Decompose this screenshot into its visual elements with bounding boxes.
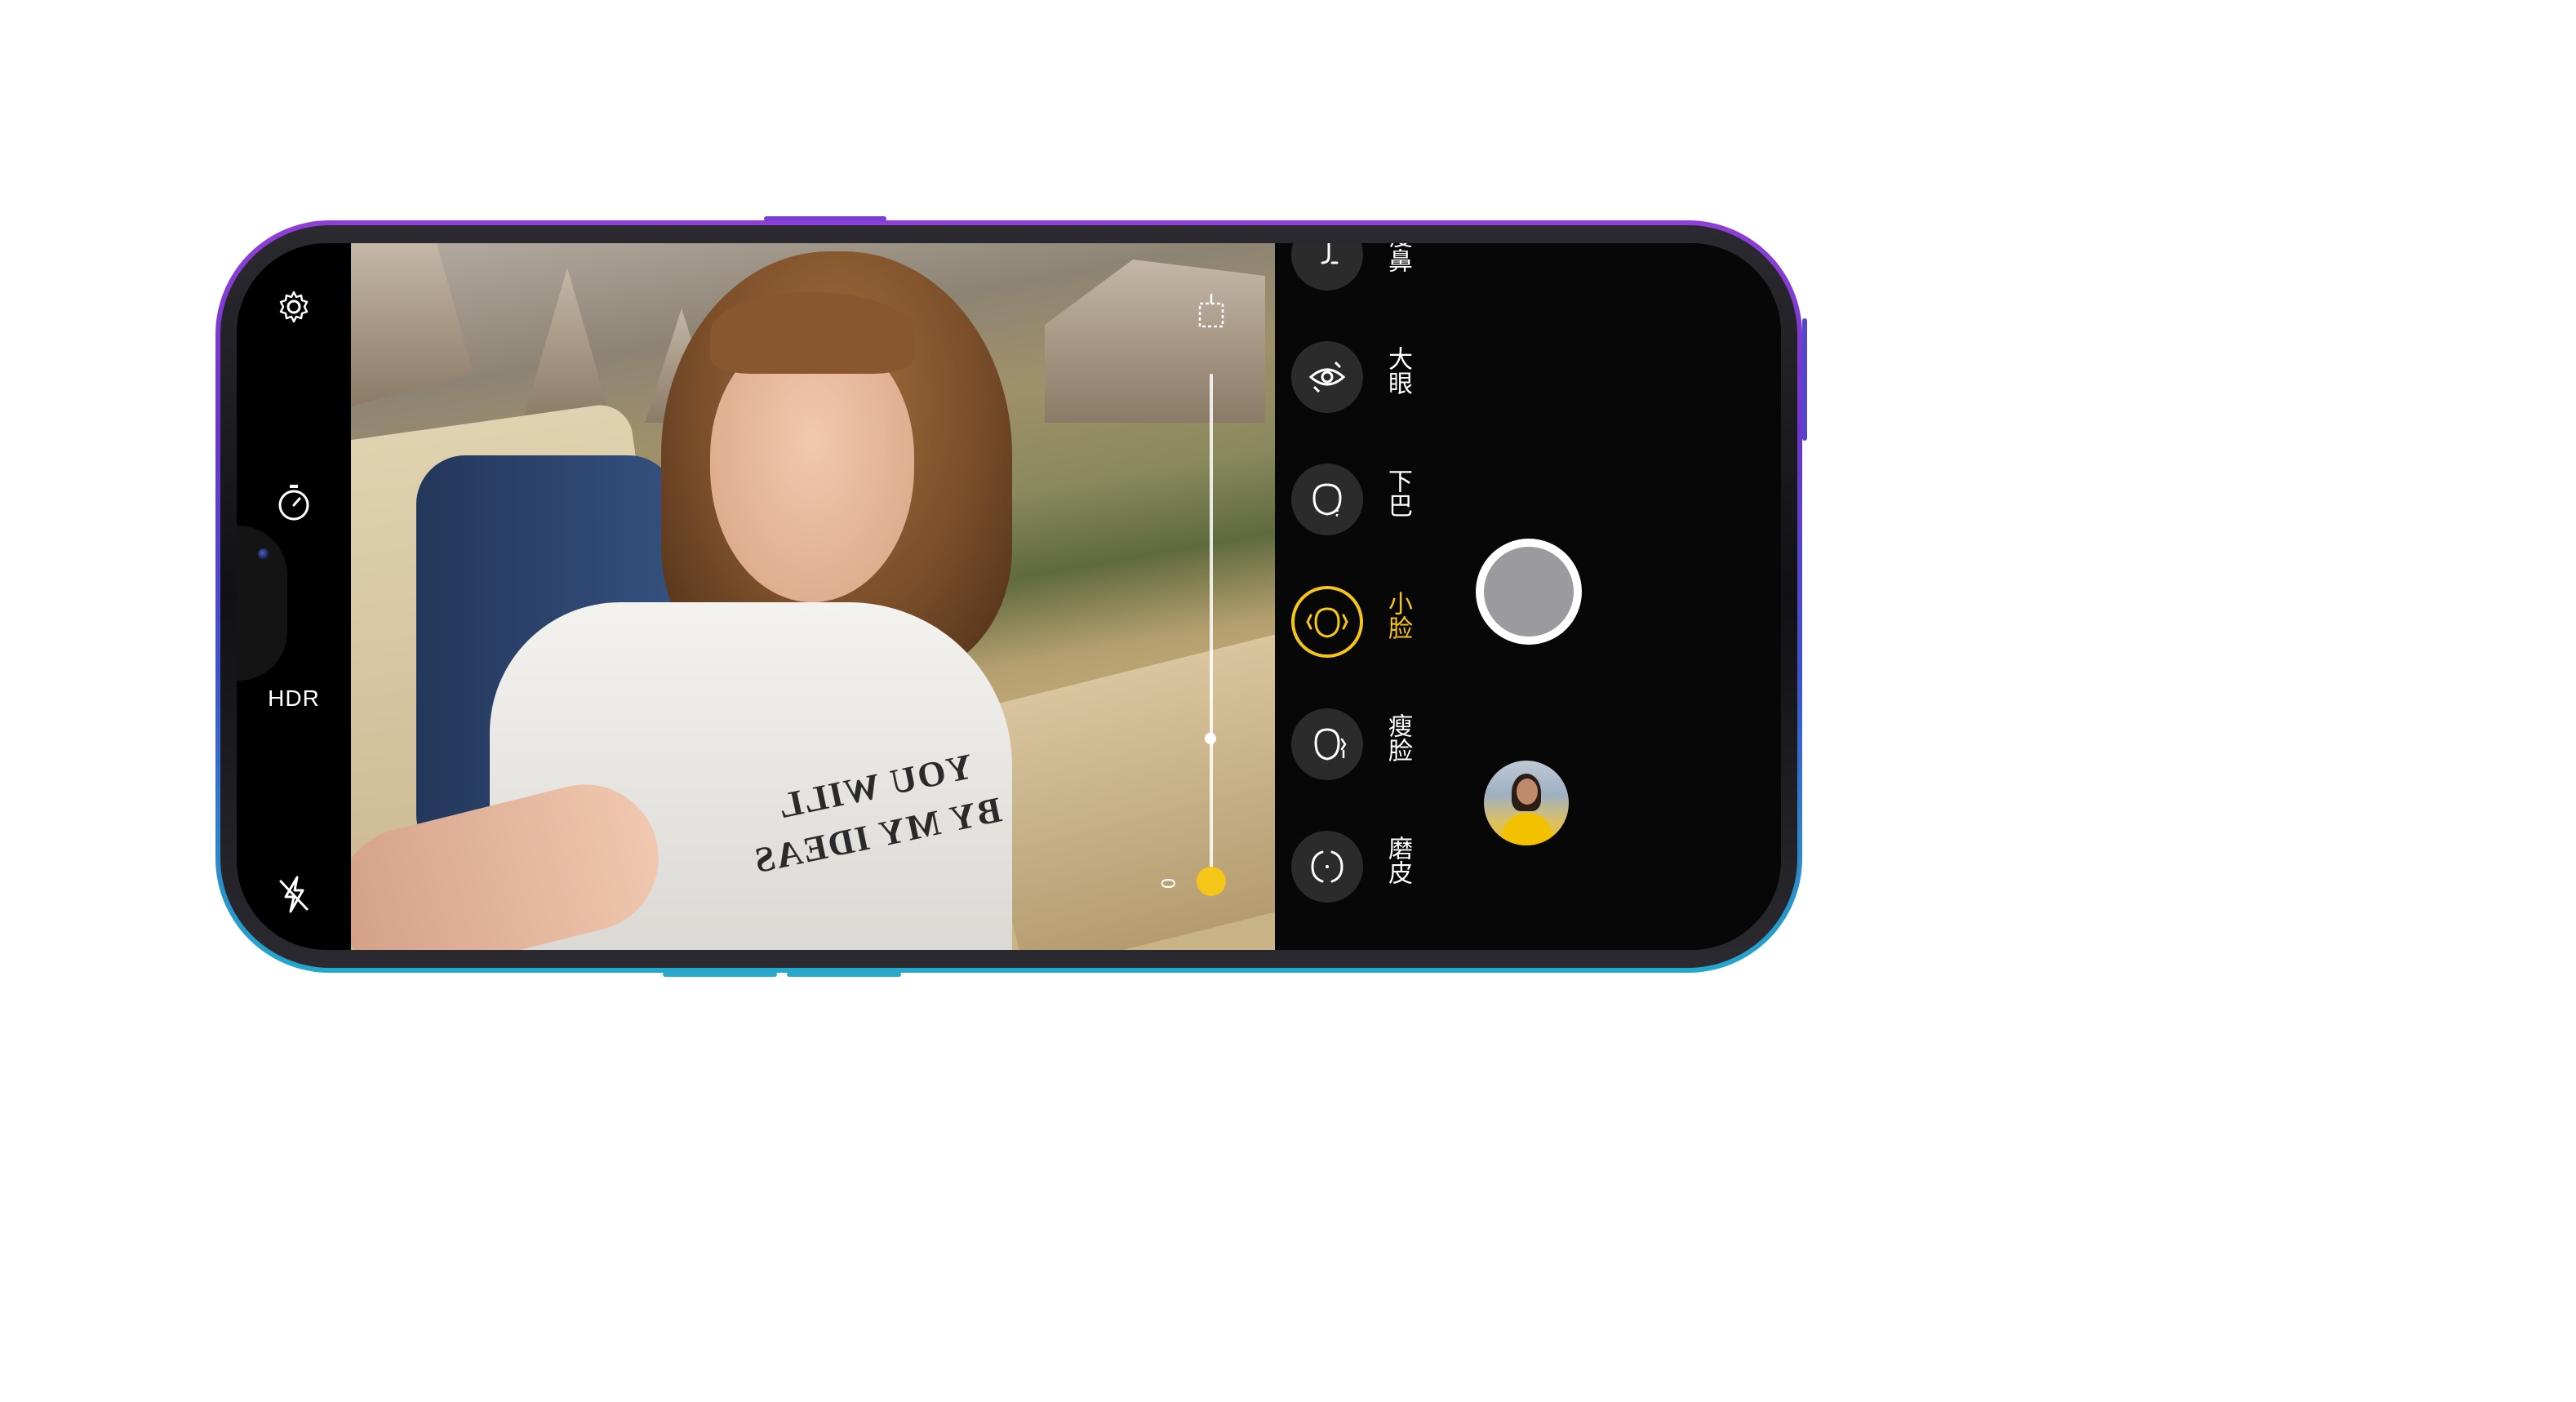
beauty-mode-label: 瘦脸 [1383,713,1412,762]
beauty-mode-label: 瘦鼻 [1383,243,1412,273]
beauty-slider-value: 0 [1159,877,1180,890]
rock-formation [522,268,612,423]
rock-formation [1045,260,1265,423]
small-face-icon [1291,586,1363,658]
shutter-button[interactable] [1476,539,1582,645]
beauty-mode-slim-face[interactable]: 瘦脸 [1291,697,1422,787]
beauty-slider-midpoint [1205,733,1216,744]
flash-off-icon [279,876,309,913]
phone-bottom-button [787,972,901,977]
front-camera-lens [258,548,269,560]
nose-icon [1291,243,1363,291]
beauty-mode-smooth-skin[interactable]: 磨皮 [1291,819,1422,909]
shutter-core [1484,547,1574,637]
beauty-slider-track[interactable] [1210,374,1213,880]
timer-icon [278,485,309,521]
thumbnail-body [1502,813,1552,845]
smooth-skin-icon [1291,831,1363,903]
beauty-slider-knob[interactable] [1197,867,1226,896]
front-camera-notch [237,526,287,681]
beauty-mode-big-eyes[interactable]: 大眼 [1291,330,1422,419]
beauty-control-panel: 瘦鼻 大眼 下巴 小脸 瘦脸 磨皮 [1275,243,1781,950]
thumbnail-face [1517,779,1538,805]
eye-icon [1291,341,1363,413]
gear-icon [279,291,309,323]
phone-frame: HDR YOU WILL BY MY IDEAS 0 瘦鼻 大眼 下巴 小脸 瘦… [215,216,1807,977]
flash-button[interactable] [269,870,318,919]
beauty-mode-label: 磨皮 [1383,836,1412,885]
beauty-mode-label: 大眼 [1383,346,1412,395]
rock-formation [351,243,473,406]
beauty-mode-small-face[interactable]: 小脸 [1291,575,1422,664]
beauty-mode-slim-nose[interactable]: 瘦鼻 [1291,243,1422,297]
person-bangs [710,292,914,374]
beauty-mode-label: 小脸 [1383,591,1412,640]
beauty-mode-chin[interactable]: 下巴 [1291,452,1422,542]
hdr-button[interactable]: HDR [261,674,326,723]
settings-button[interactable] [269,282,318,331]
left-toolbar: HDR [237,243,351,950]
phone-side-button [1802,318,1807,441]
phone-bezel: HDR YOU WILL BY MY IDEAS 0 瘦鼻 大眼 下巴 小脸 瘦… [220,225,1797,968]
camera-viewfinder[interactable]: YOU WILL BY MY IDEAS 0 [351,243,1275,950]
gallery-thumbnail[interactable] [1484,761,1569,845]
beauty-mode-label: 下巴 [1383,468,1412,517]
camera-screen: HDR YOU WILL BY MY IDEAS 0 瘦鼻 大眼 下巴 小脸 瘦… [237,243,1781,950]
hdr-label: HDR [268,685,320,711]
phone-bottom-button [663,972,777,977]
focus-frame-icon[interactable] [1195,292,1228,335]
timer-button[interactable] [269,478,318,527]
chin-icon [1291,464,1363,535]
phone-top-button [764,216,886,221]
slim-face-icon [1291,708,1363,780]
